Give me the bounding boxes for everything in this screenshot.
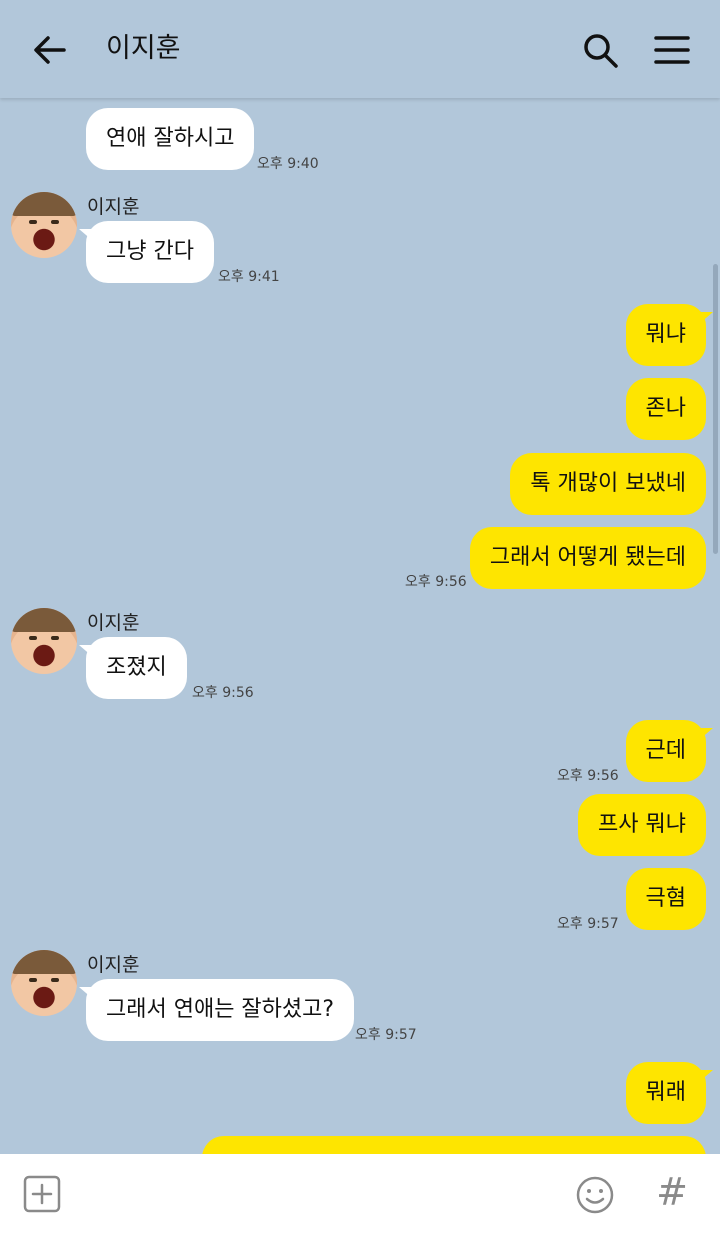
message-time: 오후 9:57	[557, 916, 619, 932]
message-time: 오후 9:56	[557, 768, 619, 784]
message-time: 오후 9:56	[405, 574, 467, 590]
message-time: 오후 9:40	[257, 156, 319, 172]
chat-header: 이지훈	[0, 0, 720, 98]
message-input-bar: #	[0, 1154, 720, 1238]
message-bubble-outgoing[interactable]: 프사 뭐냐	[578, 794, 706, 856]
message-bubble-outgoing[interactable]: 톡 개많이 보냈네	[510, 453, 706, 515]
chat-title: 이지훈	[106, 33, 181, 64]
message-bubble-outgoing[interactable]: 뭐래	[625, 1062, 714, 1124]
hashtag-button[interactable]: #	[652, 1170, 692, 1214]
avatar[interactable]	[11, 192, 77, 258]
back-button[interactable]	[28, 28, 72, 72]
message-bubble-outgoing[interactable]: 극혐	[625, 868, 706, 930]
scrollbar[interactable]	[713, 264, 718, 554]
message-list[interactable]: 연애 잘하시고 오후 9:40 이지훈 그냥 간다 오후 9:41 뭐냐 존나 …	[0, 98, 720, 1154]
message-bubble-outgoing[interactable]: 뭐냐	[625, 304, 714, 366]
sender-name: 이지훈	[87, 612, 140, 634]
avatar[interactable]	[11, 608, 77, 674]
message-time: 오후 9:57	[355, 1027, 417, 1043]
menu-button[interactable]	[650, 28, 694, 72]
message-bubble-incoming[interactable]: 그래서 연애는 잘하셨고?	[78, 979, 355, 1041]
plus-square-icon	[23, 1175, 61, 1213]
message-bubble-outgoing[interactable]: 그래서 어떻게 됐는데	[469, 527, 706, 589]
message-bubble-outgoing[interactable]: 근데	[625, 720, 714, 782]
message-time: 오후 9:41	[218, 269, 280, 285]
hamburger-menu-icon	[654, 36, 690, 64]
message-bubble-incoming[interactable]: 그냥 간다	[79, 221, 214, 283]
message-bubble-incoming[interactable]: 조졌지	[79, 637, 187, 699]
search-icon	[584, 34, 618, 68]
attach-button[interactable]	[22, 1174, 62, 1214]
smile-icon	[576, 1176, 614, 1214]
message-time: 오후 9:56	[192, 685, 254, 701]
message-bubble-incoming[interactable]: 연애 잘하시고	[86, 108, 255, 170]
sender-name: 이지훈	[87, 196, 140, 218]
sender-name: 이지훈	[87, 954, 140, 976]
arrow-left-icon	[34, 36, 66, 64]
avatar[interactable]	[11, 950, 77, 1016]
search-button[interactable]	[578, 28, 622, 72]
message-bubble-outgoing-partial[interactable]	[202, 1136, 706, 1154]
message-bubble-outgoing[interactable]: 존나	[625, 378, 706, 440]
emoji-button[interactable]	[574, 1174, 616, 1216]
